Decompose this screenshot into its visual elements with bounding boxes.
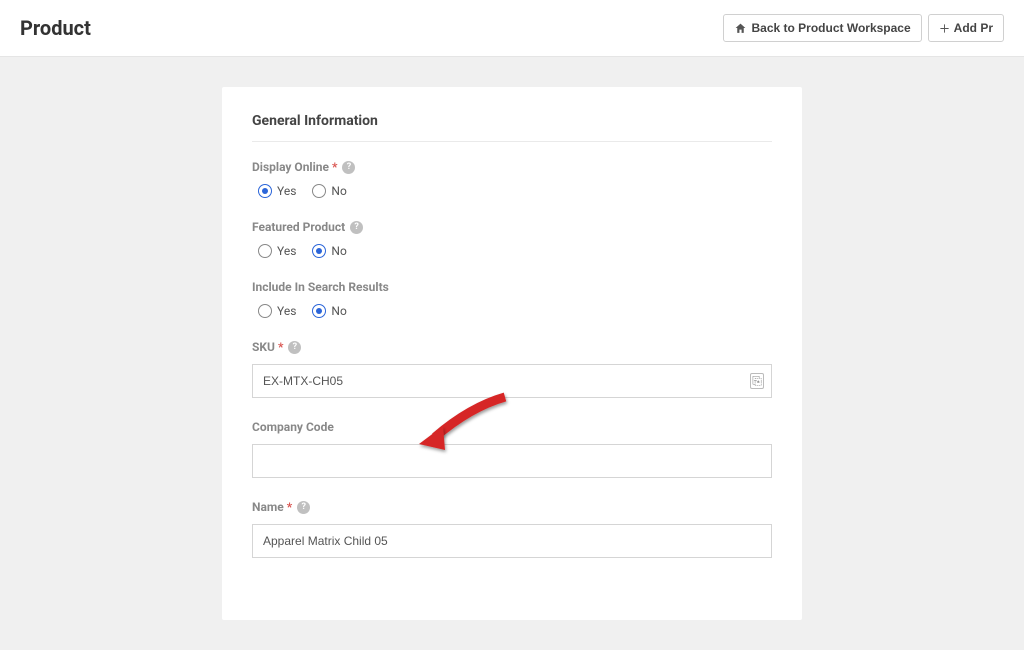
- sku-input-wrapper: ⎘: [252, 364, 772, 398]
- display-online-no[interactable]: No: [312, 184, 346, 198]
- display-online-yes[interactable]: Yes: [258, 184, 296, 198]
- form-card: General Information Display Online * ? Y…: [222, 87, 802, 620]
- required-indicator: *: [278, 340, 283, 354]
- help-icon[interactable]: ?: [288, 341, 301, 354]
- content-area: General Information Display Online * ? Y…: [0, 57, 1024, 650]
- help-icon[interactable]: ?: [350, 221, 363, 234]
- plus-icon: [939, 23, 950, 34]
- featured-product-no[interactable]: No: [312, 244, 346, 258]
- radio-icon: [312, 244, 326, 258]
- name-input[interactable]: [252, 524, 772, 558]
- include-search-field: Include In Search Results Yes No: [252, 280, 772, 318]
- featured-product-label: Featured Product ?: [252, 220, 772, 234]
- include-search-label: Include In Search Results: [252, 280, 772, 294]
- required-indicator: *: [287, 500, 292, 514]
- sku-field: SKU * ? ⎘: [252, 340, 772, 398]
- name-field: Name * ?: [252, 500, 772, 558]
- add-product-button[interactable]: Add Pr: [928, 14, 1004, 42]
- help-icon[interactable]: ?: [297, 501, 310, 514]
- radio-icon: [258, 304, 272, 318]
- company-code-label: Company Code: [252, 420, 772, 434]
- include-search-yes[interactable]: Yes: [258, 304, 296, 318]
- add-button-label: Add Pr: [954, 21, 993, 35]
- sku-input[interactable]: [252, 364, 772, 398]
- include-search-radios: Yes No: [252, 304, 772, 318]
- display-online-label: Display Online * ?: [252, 160, 772, 174]
- section-title: General Information: [252, 113, 772, 142]
- back-button-label: Back to Product Workspace: [751, 21, 910, 35]
- name-label: Name * ?: [252, 500, 772, 514]
- company-code-field: Company Code: [252, 420, 772, 478]
- home-icon: [734, 22, 747, 35]
- page-header: Product Back to Product Workspace Add Pr: [0, 0, 1024, 57]
- display-online-radios: Yes No: [252, 184, 772, 198]
- featured-product-radios: Yes No: [252, 244, 772, 258]
- featured-product-yes[interactable]: Yes: [258, 244, 296, 258]
- featured-product-field: Featured Product ? Yes No: [252, 220, 772, 258]
- radio-icon: [312, 184, 326, 198]
- radio-icon: [258, 184, 272, 198]
- include-search-no[interactable]: No: [312, 304, 346, 318]
- company-code-input[interactable]: [252, 444, 772, 478]
- autofill-icon: ⎘: [750, 373, 764, 389]
- display-online-field: Display Online * ? Yes No: [252, 160, 772, 198]
- required-indicator: *: [332, 160, 337, 174]
- radio-icon: [312, 304, 326, 318]
- help-icon[interactable]: ?: [342, 161, 355, 174]
- page-title: Product: [20, 16, 91, 40]
- sku-label: SKU * ?: [252, 340, 772, 354]
- header-actions: Back to Product Workspace Add Pr: [723, 14, 1004, 42]
- back-to-workspace-button[interactable]: Back to Product Workspace: [723, 14, 921, 42]
- radio-icon: [258, 244, 272, 258]
